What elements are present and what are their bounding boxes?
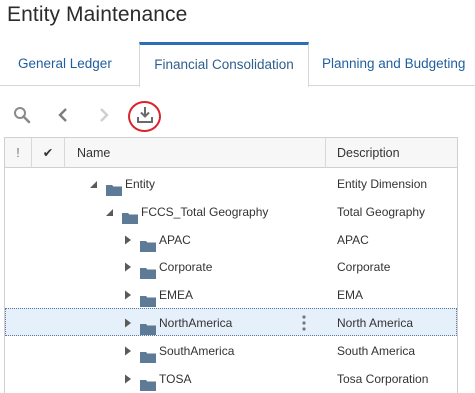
next-button[interactable] (93, 104, 115, 126)
tree-node: Corporate (122, 253, 212, 281)
previous-button[interactable] (52, 104, 74, 126)
export-button[interactable] (134, 104, 156, 126)
expand-triangle-icon[interactable] (122, 373, 136, 385)
tree-node-label[interactable]: APAC (159, 226, 191, 254)
folder-icon (140, 234, 156, 252)
column-header-description[interactable]: Description (326, 138, 457, 168)
row-description: South America (337, 343, 416, 358)
tree-node: SouthAmerica (122, 337, 234, 365)
row-description: Corporate (337, 260, 391, 275)
row-description: Total Geography (337, 204, 426, 219)
tree-node-label[interactable]: Entity (125, 170, 155, 198)
folder-icon (140, 373, 156, 391)
tree-row[interactable]: FCCS_Total Geography Total Geography (5, 198, 457, 226)
expand-triangle-icon[interactable] (122, 317, 136, 329)
search-button[interactable] (11, 104, 33, 126)
expand-triangle-icon[interactable] (122, 261, 136, 273)
expand-triangle-icon[interactable] (122, 234, 136, 246)
tree-node: Entity (88, 170, 155, 198)
collapse-triangle-icon[interactable] (88, 178, 102, 190)
tree-node-label[interactable]: SouthAmerica (159, 337, 234, 365)
download-icon (137, 107, 153, 123)
tab-financial-consolidation[interactable]: Financial Consolidation (139, 42, 309, 87)
row-description: Tosa Corporation (337, 371, 429, 386)
tree-node: NorthAmerica (122, 309, 232, 337)
folder-icon (140, 317, 156, 335)
tree-node-label[interactable]: TOSA (159, 365, 191, 393)
row-description: EMA (337, 288, 364, 303)
page-title: Entity Maintenance (7, 3, 188, 26)
tree-row[interactable]: NorthAmerica North America (5, 308, 457, 336)
row-description: North America (337, 316, 414, 330)
tree-row[interactable]: Corporate Corporate (5, 253, 457, 281)
folder-icon (106, 178, 122, 196)
tree-node: FCCS_Total Geography (104, 198, 268, 226)
tree-node: TOSA (122, 365, 191, 393)
tree-row[interactable]: Entity Entity Dimension (5, 170, 457, 198)
column-header-name[interactable]: Name (65, 138, 326, 168)
folder-icon (140, 261, 156, 280)
row-actions-kebab-icon[interactable] (302, 315, 306, 331)
tree-row[interactable]: APAC APAC (5, 226, 457, 254)
row-description: Entity Dimension (337, 177, 428, 191)
expand-triangle-icon[interactable] (122, 345, 136, 357)
grid-header: ! ✔ Name Description (5, 137, 457, 168)
column-header-check[interactable]: ✔ (32, 138, 65, 168)
entity-tree-grid: ! ✔ Name Description Entity Entity Dimens… (4, 137, 458, 393)
row-description: APAC (337, 232, 369, 247)
tree-row[interactable]: EMEA EMA (5, 281, 457, 309)
tab-planning-and-budgeting[interactable]: Planning and Budgeting (312, 42, 475, 86)
folder-icon (140, 345, 156, 363)
tree-row[interactable]: TOSA Tosa Corporation (5, 365, 457, 393)
toolbar (0, 96, 475, 136)
chevron-right-icon (100, 108, 109, 122)
collapse-triangle-icon[interactable] (104, 206, 118, 218)
expand-triangle-icon[interactable] (122, 289, 136, 301)
tree-node-label[interactable]: FCCS_Total Geography (141, 198, 268, 226)
tree-node-label[interactable]: Corporate (159, 253, 212, 281)
tree-node-label[interactable]: NorthAmerica (159, 309, 232, 337)
tree-node: EMEA (122, 281, 193, 309)
tree-row[interactable]: SouthAmerica South America (5, 337, 457, 365)
search-icon (14, 107, 31, 124)
tab-bar: General Ledger Financial Consolidation P… (0, 42, 475, 87)
chevron-left-icon (58, 108, 67, 122)
folder-icon (122, 206, 138, 224)
column-header-flag[interactable]: ! (5, 138, 32, 168)
tree-node: APAC (122, 226, 191, 254)
folder-icon (140, 289, 156, 308)
tab-general-ledger[interactable]: General Ledger (8, 42, 122, 86)
tree-node-label[interactable]: EMEA (159, 281, 193, 309)
